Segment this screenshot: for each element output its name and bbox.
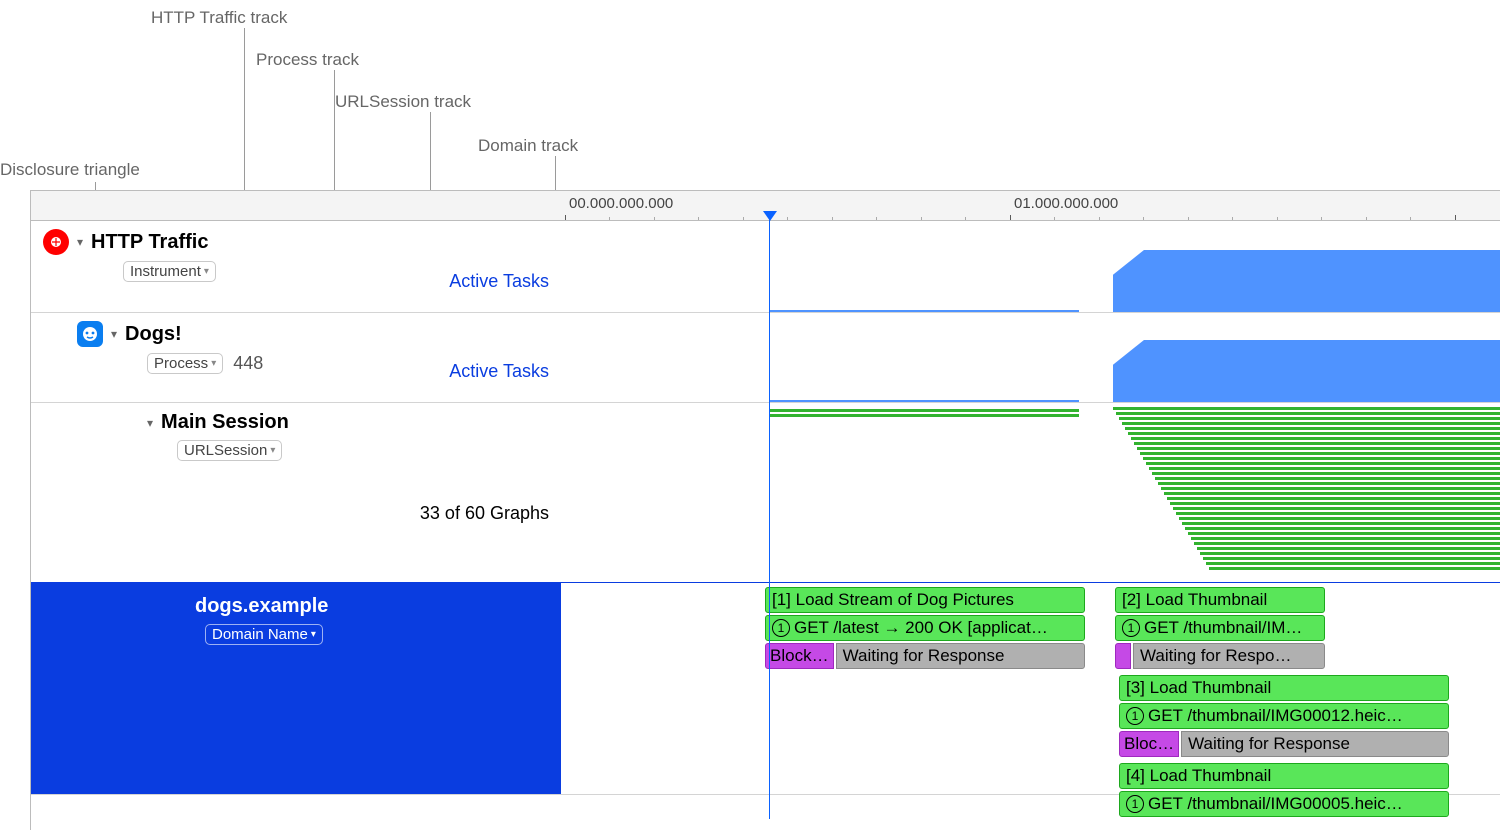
track-title: Main Session (161, 411, 289, 434)
task-request: 1GET /thumbnail/IMG00005.heic… (1119, 791, 1449, 817)
callout-process: Process track (256, 50, 359, 70)
disclosure-triangle-icon[interactable]: ▾ (77, 235, 83, 249)
task-waiting: Waiting for Respo… (1133, 643, 1325, 669)
task-waiting: Waiting for Response (836, 643, 1085, 669)
track-http-traffic[interactable]: ▾ HTTP Traffic Instrument▾ Active Tasks (31, 221, 1500, 313)
lane-http[interactable] (561, 221, 1500, 312)
callouts-panel: Disclosure triangle HTTP Traffic track P… (0, 0, 1500, 190)
urlsession-pill[interactable]: URLSession▾ (177, 440, 282, 461)
domain-name-pill[interactable]: Domain Name▾ (205, 624, 323, 645)
http-icon (43, 229, 69, 255)
track-title: Dogs! (125, 323, 182, 346)
instruments-window: 00.000.000.000 01.000.000.000 ▾ HTTP Tra… (30, 190, 1500, 830)
lane-domain[interactable]: [1] Load Stream of Dog Pictures 1GET /la… (561, 583, 1500, 794)
disclosure-triangle-icon[interactable]: ▾ (111, 327, 117, 341)
lane-session[interactable] (561, 403, 1500, 582)
task-blocked: Block… (765, 643, 834, 669)
callout-http: HTTP Traffic track (151, 8, 287, 28)
track-process[interactable]: ▾ Dogs! Process▾ 448 Active Tasks (31, 313, 1500, 403)
track-domain[interactable]: dogs.example Domain Name▾ [1] Load Strea… (31, 583, 1500, 795)
dogs-app-icon (77, 321, 103, 347)
disclosure-triangle-icon[interactable]: ▾ (147, 416, 153, 430)
active-tasks-label: Active Tasks (449, 361, 549, 382)
task-blocked: Bloc… (1119, 731, 1179, 757)
instrument-pill[interactable]: Instrument▾ (123, 261, 216, 282)
task-name: [2] Load Thumbnail (1115, 587, 1325, 613)
task-waiting: Waiting for Response (1181, 731, 1449, 757)
task-blocked (1115, 643, 1131, 669)
task-2[interactable]: [2] Load Thumbnail 1GET /thumbnail/IM… W… (1115, 587, 1325, 669)
process-pill[interactable]: Process▾ (147, 353, 223, 374)
ruler-tick-0: 00.000.000.000 (569, 195, 673, 212)
task-name: [3] Load Thumbnail (1119, 675, 1449, 701)
graphs-count-label: 33 of 60 Graphs (420, 503, 549, 524)
task-name: [4] Load Thumbnail (1119, 763, 1449, 789)
callout-urlsession: URLSession track (335, 92, 471, 112)
track-urlsession[interactable]: ▾ Main Session URLSession▾ 33 of 60 Grap… (31, 403, 1500, 583)
process-pid: 448 (233, 353, 263, 374)
task-name: [1] Load Stream of Dog Pictures (765, 587, 1085, 613)
task-3[interactable]: [3] Load Thumbnail 1GET /thumbnail/IMG00… (1119, 675, 1449, 757)
task-request: 1GET /latest → 200 OK [applicat… (765, 615, 1085, 641)
task-request: 1GET /thumbnail/IMG00012.heic… (1119, 703, 1449, 729)
track-title: dogs.example (195, 595, 328, 618)
task-1[interactable]: [1] Load Stream of Dog Pictures 1GET /la… (765, 587, 1085, 669)
callout-domain: Domain track (478, 136, 578, 156)
active-tasks-label: Active Tasks (449, 271, 549, 292)
task-request: 1GET /thumbnail/IM… (1115, 615, 1325, 641)
track-title: HTTP Traffic (91, 231, 208, 254)
task-4[interactable]: [4] Load Thumbnail 1GET /thumbnail/IMG00… (1119, 763, 1449, 817)
playhead[interactable] (769, 219, 770, 819)
ruler-tick-1: 01.000.000.000 (1014, 195, 1118, 212)
lane-process[interactable] (561, 313, 1500, 402)
callout-disclosure: Disclosure triangle (0, 160, 140, 180)
